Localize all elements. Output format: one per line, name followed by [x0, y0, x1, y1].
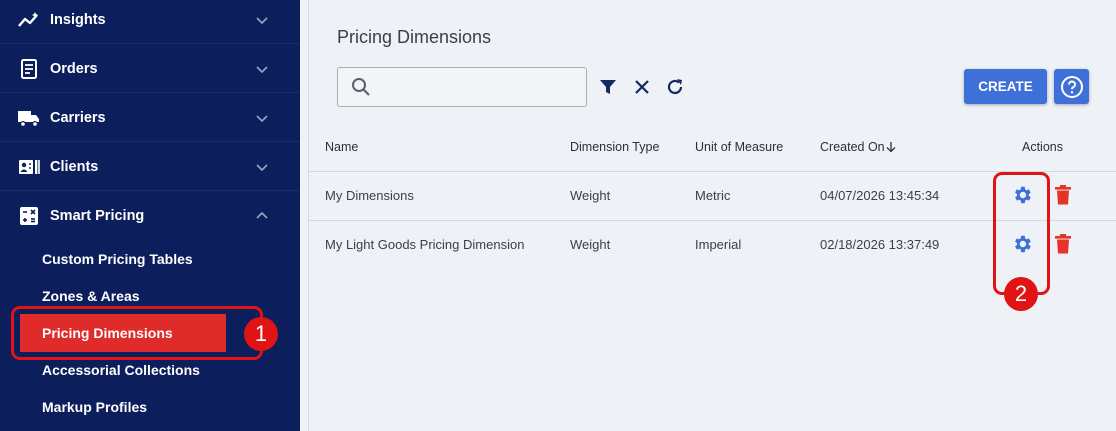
help-button[interactable] [1054, 69, 1089, 104]
sidebar: Insights Orders Carriers Clients Smart P… [0, 0, 300, 431]
delete-icon[interactable] [1054, 185, 1072, 205]
sidebar-subitem-custom-pricing-tables[interactable]: Custom Pricing Tables [42, 251, 193, 267]
page-title: Pricing Dimensions [337, 27, 492, 47]
sidebar-subitem-accessorial-collections[interactable]: Accessorial Collections [42, 362, 200, 378]
sidebar-item-carriers[interactable]: Carriers [0, 94, 300, 142]
truck-icon [17, 106, 41, 130]
sidebar-item-orders[interactable]: Orders [0, 45, 300, 93]
search-box[interactable] [337, 67, 587, 107]
cell-name: My Dimensions [325, 188, 414, 203]
chevron-down-icon[interactable] [254, 12, 270, 28]
column-header-unit[interactable]: Unit of Measure [695, 140, 783, 154]
search-input[interactable] [382, 76, 576, 98]
cell-created-on: 04/07/2026 13:45:34 [820, 188, 940, 203]
filter-icon[interactable] [598, 77, 618, 97]
column-header-created-on[interactable]: Created On [820, 140, 885, 154]
cell-created-on: 02/18/2026 13:37:49 [820, 237, 940, 252]
calculator-icon [17, 204, 41, 228]
sidebar-item-label: Smart Pricing [50, 208, 145, 224]
annotation-badge-2: 2 [1004, 277, 1038, 311]
sidebar-item-label: Clients [50, 158, 99, 175]
chevron-down-icon[interactable] [254, 159, 270, 175]
chevron-down-icon[interactable] [254, 61, 270, 77]
chevron-down-icon[interactable] [254, 110, 270, 126]
cell-name: My Light Goods Pricing Dimension [325, 237, 525, 252]
sidebar-subitem-zones-areas[interactable]: Zones & Areas [42, 288, 140, 304]
chevron-up-icon[interactable] [254, 208, 270, 224]
create-button[interactable]: CREATE [964, 69, 1047, 104]
sidebar-item-label: Carriers [50, 109, 106, 126]
sidebar-item-smart-pricing[interactable]: Smart Pricing [0, 192, 300, 240]
annotation-box-1 [11, 306, 263, 360]
clear-icon[interactable] [632, 77, 652, 97]
sidebar-item-clients[interactable]: Clients [0, 143, 300, 191]
delete-icon[interactable] [1054, 234, 1072, 254]
cell-unit: Metric [695, 188, 731, 203]
annotation-badge-1: 1 [244, 317, 278, 351]
clients-icon [17, 155, 41, 179]
sidebar-subitem-markup-profiles[interactable]: Markup Profiles [42, 399, 147, 415]
help-icon [1060, 75, 1083, 98]
column-header-actions: Actions [1022, 140, 1063, 154]
cell-type: Weight [570, 237, 611, 252]
refresh-icon[interactable] [665, 77, 685, 97]
orders-icon [17, 57, 41, 81]
sidebar-item-label: Orders [50, 60, 98, 77]
column-header-name[interactable]: Name [325, 140, 358, 154]
cell-unit: Imperial [695, 237, 742, 252]
insights-icon [17, 8, 41, 32]
sidebar-item-label: Insights [50, 11, 106, 28]
divider [309, 171, 1116, 172]
sort-desc-icon[interactable] [885, 141, 897, 153]
search-icon [352, 78, 370, 96]
sidebar-item-insights[interactable]: Insights [0, 0, 300, 44]
cell-type: Weight [570, 188, 611, 203]
column-header-dimension-type[interactable]: Dimension Type [570, 140, 659, 154]
